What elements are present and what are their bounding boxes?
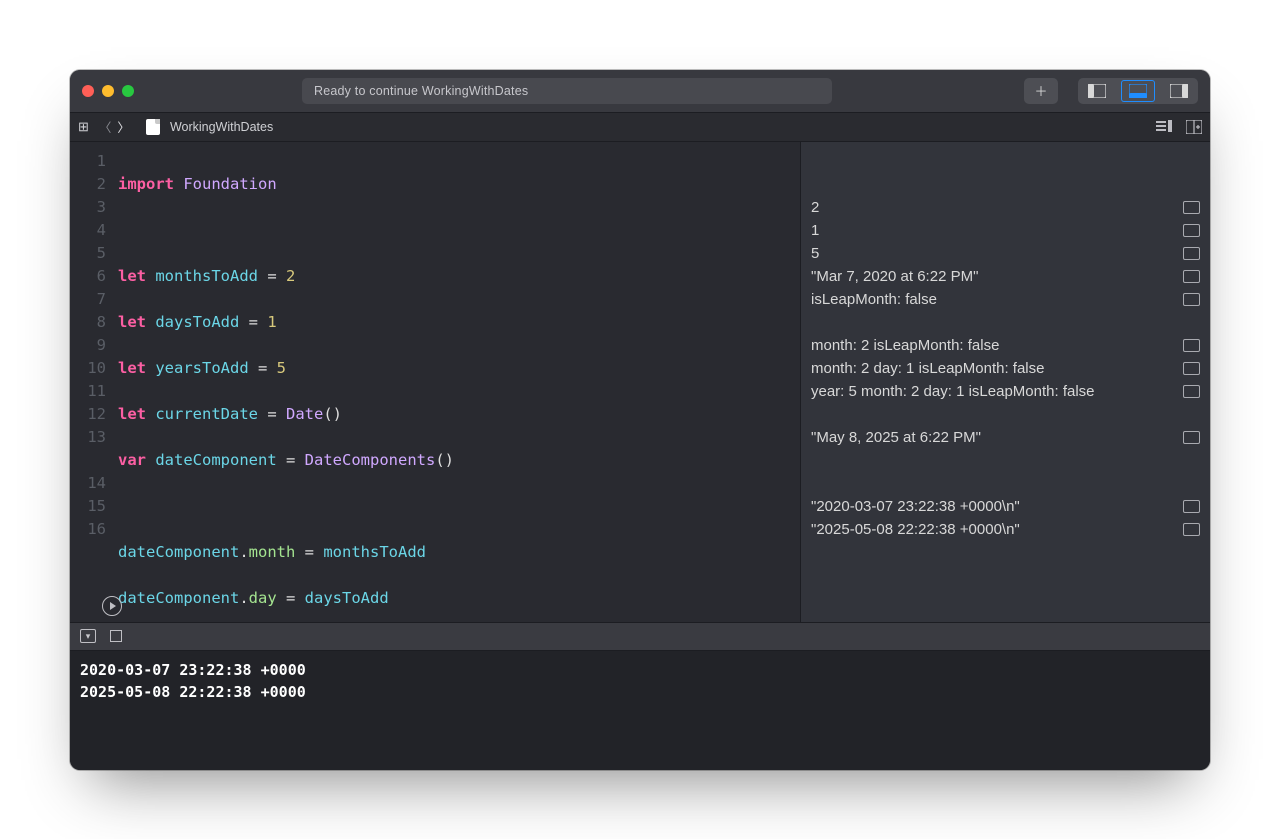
quicklook-icon[interactable] (1183, 339, 1200, 352)
toggle-bottom-panel-button[interactable] (1121, 80, 1155, 102)
quicklook-icon[interactable] (1183, 224, 1200, 237)
plus-icon: ＋ (1034, 81, 1047, 100)
line-gutter: 1 2 3 4 5 6 7 8 9 10 11 12 13 14 15 16 (70, 142, 114, 622)
results-sidebar: 2 1 5 "Mar 7, 2020 at 6:22 PM" isLeapMon… (800, 142, 1210, 622)
quicklook-icon[interactable] (1183, 431, 1200, 444)
panel-toggle-group (1078, 78, 1198, 104)
line-number: 2 (70, 173, 106, 196)
line-number: 4 (70, 219, 106, 242)
line-number: 3 (70, 196, 106, 219)
jump-bar: ⊞ 〈 〉 WorkingWithDates (70, 112, 1210, 142)
xcode-window: Ready to continue WorkingWithDates ＋ ⊞ 〈… (70, 70, 1210, 770)
quicklook-icon[interactable] (1183, 293, 1200, 306)
result-row[interactable]: "Mar 7, 2020 at 6:22 PM" (811, 265, 1200, 288)
result-row[interactable]: "May 8, 2025 at 6:22 PM" (811, 426, 1200, 449)
line-number: 13 (70, 426, 106, 449)
result-row[interactable]: "2025-05-08 22:22:38 +0000\n" (811, 518, 1200, 541)
line-number: 12 (70, 403, 106, 426)
result-row[interactable]: 1 (811, 219, 1200, 242)
result-row[interactable]: 5 (811, 242, 1200, 265)
result-row[interactable]: month: 2 day: 1 isLeapMonth: false (811, 357, 1200, 380)
quicklook-icon[interactable] (1183, 523, 1200, 536)
quicklook-icon[interactable] (1183, 247, 1200, 260)
zoom-window-button[interactable] (122, 85, 134, 97)
line-number: 16 (70, 518, 106, 541)
quicklook-icon[interactable] (1183, 362, 1200, 375)
line-number (70, 449, 106, 472)
result-row[interactable]: 2 (811, 196, 1200, 219)
close-window-button[interactable] (82, 85, 94, 97)
line-number: 11 (70, 380, 106, 403)
quicklook-icon[interactable] (1183, 201, 1200, 214)
quicklook-icon[interactable] (1183, 270, 1200, 283)
minimize-window-button[interactable] (102, 85, 114, 97)
run-playground-button[interactable] (102, 596, 122, 616)
line-number: 6 (70, 265, 106, 288)
debug-dropdown-icon[interactable]: ▾ (80, 629, 96, 643)
window-controls (82, 85, 134, 97)
line-number: 10 (70, 357, 106, 380)
line-number: 9 (70, 334, 106, 357)
editor-area: 1 2 3 4 5 6 7 8 9 10 11 12 13 14 15 16 i… (70, 142, 1210, 622)
line-number: 7 (70, 288, 106, 311)
add-button[interactable]: ＋ (1024, 78, 1058, 104)
swift-file-icon (146, 119, 160, 135)
breadcrumb-filename[interactable]: WorkingWithDates (170, 120, 273, 134)
toggle-right-panel-button[interactable] (1162, 80, 1196, 102)
related-items-icon[interactable]: ⊞ (78, 119, 89, 135)
minimap-icon[interactable] (1156, 120, 1172, 134)
add-editor-icon[interactable] (1186, 120, 1202, 134)
debug-stop-icon[interactable] (110, 630, 122, 642)
result-row[interactable]: month: 2 isLeapMonth: false (811, 334, 1200, 357)
quicklook-icon[interactable] (1183, 385, 1200, 398)
source-editor[interactable]: 1 2 3 4 5 6 7 8 9 10 11 12 13 14 15 16 i… (70, 142, 800, 622)
activity-status-text: Ready to continue WorkingWithDates (314, 84, 528, 98)
line-number: 8 (70, 311, 106, 334)
result-row[interactable]: "2020-03-07 23:22:38 +0000\n" (811, 495, 1200, 518)
result-row[interactable]: isLeapMonth: false (811, 288, 1200, 311)
left-panel-icon (1088, 84, 1106, 98)
quicklook-icon[interactable] (1183, 500, 1200, 513)
line-number: 15 (70, 495, 106, 518)
result-row[interactable]: year: 5 month: 2 day: 1 isLeapMonth: fal… (811, 380, 1200, 403)
debug-toolbar: ▾ (70, 622, 1210, 650)
activity-status[interactable]: Ready to continue WorkingWithDates (302, 78, 832, 104)
console-output[interactable]: 2020-03-07 23:22:38 +0000 2025-05-08 22:… (70, 650, 1210, 770)
right-panel-icon (1170, 84, 1188, 98)
line-number: 14 (70, 472, 106, 495)
line-number: 5 (70, 242, 106, 265)
history-nav: 〈 〉 (99, 117, 130, 136)
history-forward-button[interactable]: 〉 (117, 117, 130, 136)
line-number: 1 (70, 150, 106, 173)
bottom-panel-icon (1129, 84, 1147, 98)
console-line: 2025-05-08 22:22:38 +0000 (80, 683, 306, 701)
code-content[interactable]: import Foundation let monthsToAdd = 2 le… (114, 142, 800, 622)
console-line: 2020-03-07 23:22:38 +0000 (80, 661, 306, 679)
titlebar: Ready to continue WorkingWithDates ＋ (70, 70, 1210, 112)
history-back-button[interactable]: 〈 (99, 117, 112, 136)
toggle-left-panel-button[interactable] (1080, 80, 1114, 102)
